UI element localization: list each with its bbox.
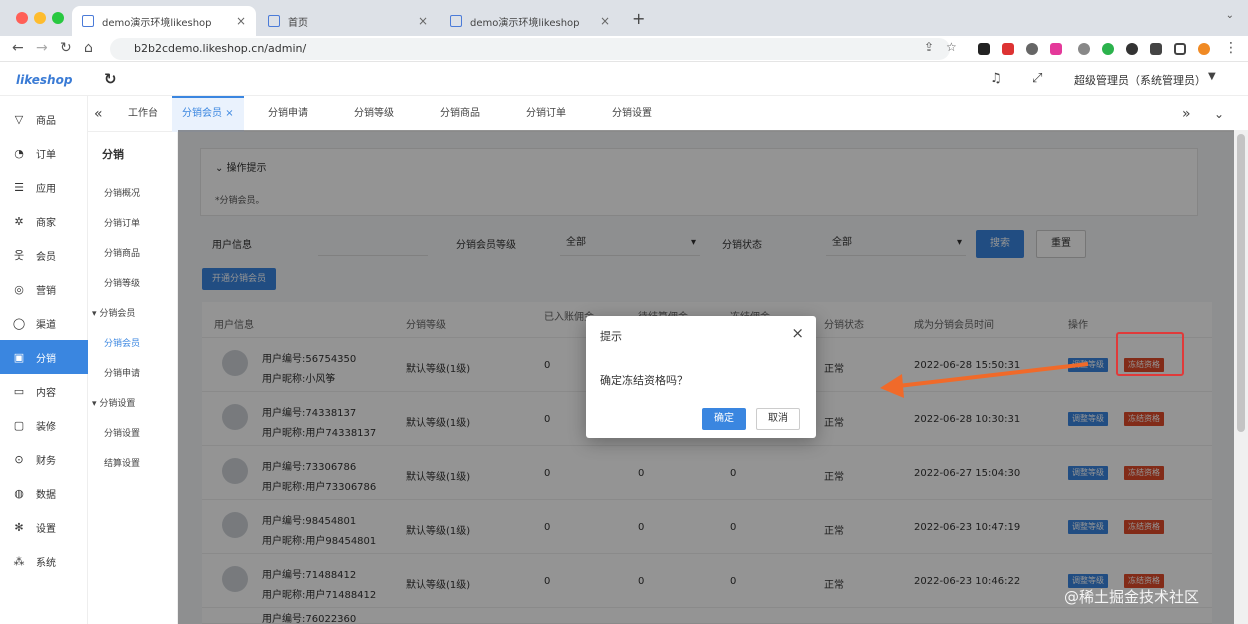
dialog-message: 确定冻结资格吗？ <box>600 374 688 387</box>
arrow-line <box>897 362 1089 388</box>
dialog-title: 提示 <box>600 330 622 343</box>
watermark: @稀土掘金技术社区 <box>1064 588 1200 606</box>
arrow-head <box>880 374 904 398</box>
cancel-button[interactable]: 取消 <box>756 408 800 430</box>
confirm-button[interactable]: 确定 <box>702 408 746 430</box>
annotation-arrow <box>880 362 1089 398</box>
confirm-dialog: 提示 × 确定冻结资格吗？ 确定 取消 <box>586 316 816 438</box>
highlight-box <box>1116 332 1184 376</box>
close-icon[interactable]: × <box>791 324 804 342</box>
